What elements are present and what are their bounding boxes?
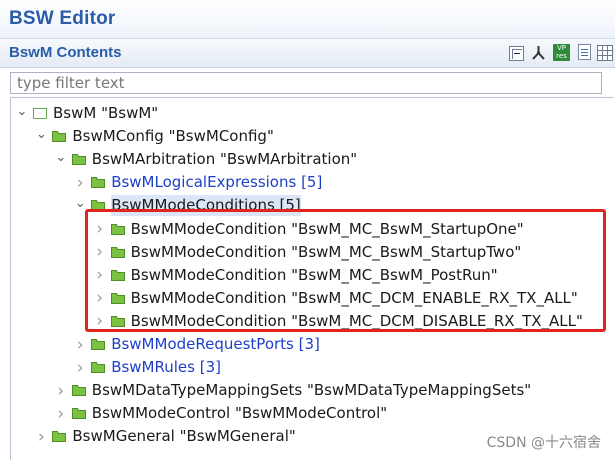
folder-icon — [110, 315, 125, 327]
chevron-right-icon[interactable]: › — [55, 379, 67, 402]
tree-node[interactable]: › BswMModeCondition "BswM_MC_DCM_ENABLE_R… — [11, 287, 611, 310]
tree-node[interactable]: › BswMModeControl "BswMModeControl" — [11, 402, 611, 425]
tree-node-label: BswMModeCondition "BswM_MC_DCM_ENABLE_RX… — [130, 288, 578, 307]
filter-input[interactable] — [10, 72, 602, 94]
variant-icon-label: VP — [556, 44, 566, 52]
tree-node-label: BswMModeCondition "BswM_MC_DCM_DISABLE_R… — [130, 311, 583, 330]
document-icon[interactable] — [578, 44, 591, 60]
tree-node-label: BswMGeneral "BswMGeneral" — [72, 427, 296, 446]
section-header: BswM Contents VP res — [0, 39, 615, 68]
chevron-down-icon[interactable]: ⌄ — [55, 148, 67, 173]
folder-icon — [52, 131, 67, 143]
tree-node[interactable]: › BswMModeCondition "BswM_MC_BswM_Startup… — [11, 218, 611, 241]
folder-icon — [91, 177, 106, 189]
folder-icon — [110, 223, 125, 235]
chevron-down-icon[interactable]: ⌄ — [35, 125, 47, 150]
chevron-right-icon[interactable]: › — [74, 333, 86, 356]
tree-node-label: BswMModeControl "BswMModeControl" — [91, 404, 388, 423]
section-title: BswM Contents — [9, 44, 122, 61]
tree-view: ⌄ BswM "BswM" ⌄ BswMConfig "BswMConfig" ⌄ Bsw… — [10, 97, 614, 460]
folder-icon — [91, 362, 106, 374]
folder-icon — [110, 292, 125, 304]
tree-node[interactable]: › BswMModeCondition "BswM_MC_DCM_DISABLE_… — [11, 310, 611, 333]
chevron-right-icon[interactable]: › — [74, 171, 86, 194]
folder-icon — [71, 385, 86, 397]
tree-node-label: BswMRules [3] — [111, 358, 221, 377]
tree-node[interactable]: › BswMDataTypeMappingSets "BswMDataTypeMa… — [11, 379, 611, 402]
tree-node[interactable]: › BswMRules [3] — [11, 356, 611, 379]
collapse-all-icon[interactable] — [509, 46, 524, 61]
folder-icon — [110, 246, 125, 258]
variant-icon-sub: res — [556, 52, 567, 60]
folder-icon — [71, 408, 86, 420]
table-view-icon[interactable] — [597, 45, 613, 61]
folder-icon — [110, 269, 125, 281]
tree-node[interactable]: › BswMModeRequestPorts [3] — [11, 333, 611, 356]
tree-node-label: BswMModeCondition "BswM_MC_BswM_StartupO… — [130, 219, 524, 238]
tree-node[interactable]: ⌄ BswM "BswM" — [11, 102, 611, 125]
chevron-down-icon[interactable]: ⌄ — [74, 194, 86, 219]
tree-node[interactable]: ⌄ BswMModeConditions [5] — [11, 194, 611, 217]
folder-icon — [52, 431, 67, 443]
tree-node-label: BswMArbitration "BswMArbitration" — [91, 150, 358, 169]
tree-node-label: BswM "BswM" — [53, 104, 159, 122]
tree-node-label: BswMLogicalExpressions [5] — [111, 173, 323, 192]
tree-node-label: BswMModeCondition "BswM_MC_BswM_StartupT… — [130, 242, 522, 261]
chevron-right-icon[interactable]: › — [35, 425, 47, 448]
editor-title-bar: BSW Editor — [0, 0, 615, 39]
chevron-right-icon[interactable]: › — [94, 218, 106, 241]
chevron-right-icon[interactable]: › — [74, 356, 86, 379]
tree-node-label: BswMDataTypeMappingSets "BswMDataTypeMap… — [91, 381, 532, 400]
variant-icon[interactable]: VP res — [553, 44, 570, 61]
tree-node[interactable]: › BswMLogicalExpressions [5] — [11, 171, 611, 194]
link-editor-icon[interactable] — [530, 44, 547, 61]
chevron-right-icon[interactable]: › — [94, 310, 106, 333]
folder-icon — [91, 200, 106, 212]
tree-node-label: BswMModeConditions [5] — [111, 195, 301, 217]
chevron-down-icon[interactable]: ⌄ — [16, 102, 28, 127]
tree-node[interactable]: › BswMModeCondition "BswM_MC_BswM_Startup… — [11, 241, 611, 264]
tree-node[interactable]: › BswMModeCondition "BswM_MC_BswM_PostRun… — [11, 264, 611, 287]
folder-icon — [71, 154, 86, 166]
tree-node-label: BswMConfig "BswMConfig" — [72, 127, 274, 146]
editor-title: BSW Editor — [9, 8, 116, 29]
chevron-right-icon[interactable]: › — [94, 264, 106, 287]
tree-node[interactable]: ⌄ BswMArbitration "BswMArbitration" — [11, 148, 611, 171]
tree-node-label: BswMModeCondition "BswM_MC_BswM_PostRun" — [130, 265, 498, 284]
tree-node-label: BswMModeRequestPorts [3] — [111, 335, 320, 353]
folder-icon — [91, 339, 106, 350]
watermark: CSDN @十六宿舍 — [486, 435, 601, 451]
chevron-right-icon[interactable]: › — [55, 402, 67, 425]
tree-node[interactable]: ⌄ BswMConfig "BswMConfig" — [11, 125, 611, 148]
section-toolbar: VP res — [509, 44, 613, 62]
chevron-right-icon[interactable]: › — [94, 287, 106, 310]
chevron-right-icon[interactable]: › — [94, 241, 106, 264]
module-icon — [33, 108, 47, 119]
